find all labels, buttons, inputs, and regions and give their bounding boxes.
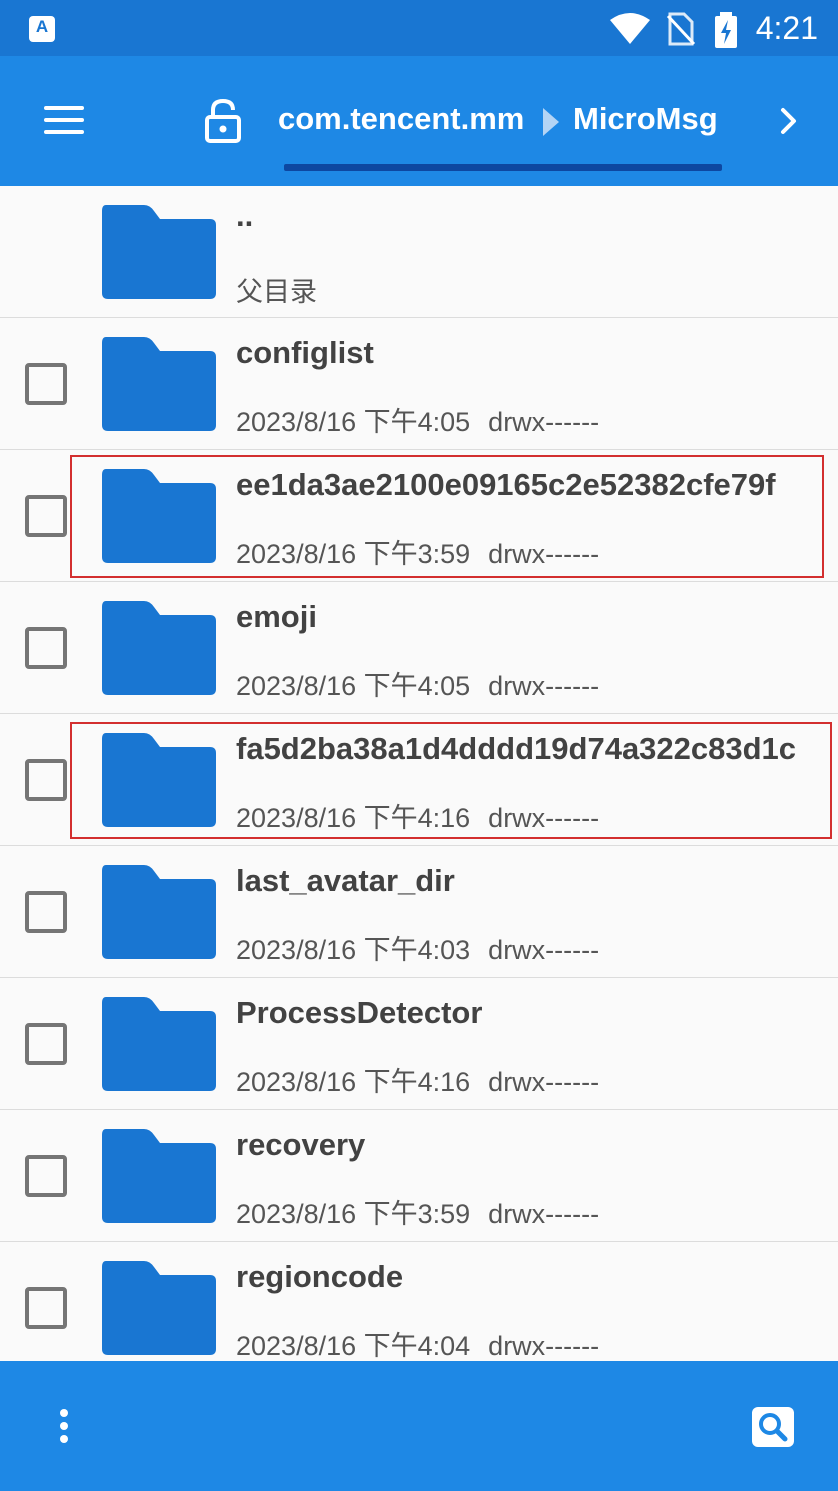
- app-bar: com.tencent.mm MicroMsg: [0, 56, 838, 186]
- bottom-bar: [0, 1361, 838, 1491]
- row-checkbox[interactable]: [25, 1155, 67, 1197]
- app-notification-icon: A: [29, 16, 55, 42]
- hamburger-menu-icon[interactable]: [44, 106, 86, 136]
- file-name: configlist: [236, 335, 374, 370]
- folder-icon: [102, 337, 216, 431]
- breadcrumb-separator-icon: [543, 108, 559, 136]
- row-checkbox[interactable]: [25, 627, 67, 669]
- folder-icon: [102, 601, 216, 695]
- parent-directory-row[interactable]: .. 父目录: [0, 186, 838, 318]
- wifi-icon: [610, 13, 650, 44]
- file-permissions: drwx------: [488, 1067, 600, 1097]
- file-date: 2023/8/16 下午4:04: [236, 1331, 471, 1361]
- file-permissions: drwx------: [488, 671, 600, 701]
- file-permissions: drwx------: [488, 1331, 600, 1361]
- file-row[interactable]: last_avatar_dir 2023/8/16 下午4:03 drwx-----…: [0, 846, 838, 978]
- file-permissions: drwx------: [488, 1199, 600, 1229]
- folder-icon: [102, 997, 216, 1091]
- breadcrumb-com-tencent-mm[interactable]: com.tencent.mm: [278, 101, 524, 137]
- file-row[interactable]: regioncode 2023/8/16 下午4:04 drwx------: [0, 1242, 838, 1374]
- file-meta: 2023/8/16 下午4:04 drwx------: [236, 1324, 599, 1363]
- file-meta: 2023/8/16 下午4:05 drwx------: [236, 400, 599, 439]
- file-date: 2023/8/16 下午4:05: [236, 407, 471, 437]
- file-name: emoji: [236, 599, 317, 634]
- file-row[interactable]: fa5d2ba38a1d4dddd19d74a322c83d1c 2023/8/1…: [0, 714, 838, 846]
- file-date: 2023/8/16 下午4:05: [236, 671, 471, 701]
- row-checkbox[interactable]: [25, 1287, 67, 1329]
- file-name: regioncode: [236, 1259, 404, 1294]
- file-row[interactable]: ee1da3ae2100e09165c2e52382cfe79f 2023/8/1…: [0, 450, 838, 582]
- search-icon[interactable]: [752, 1407, 794, 1447]
- folder-icon: [102, 205, 216, 299]
- breadcrumb-active-indicator: [284, 164, 722, 171]
- unlock-icon[interactable]: [204, 99, 242, 143]
- parent-directory-name: ..: [236, 198, 254, 233]
- file-name: last_avatar_dir: [236, 863, 455, 898]
- breadcrumb-micromsg[interactable]: MicroMsg: [573, 101, 718, 137]
- folder-icon: [102, 865, 216, 959]
- file-name: recovery: [236, 1127, 366, 1162]
- folder-icon: [102, 1261, 216, 1355]
- file-meta: 2023/8/16 下午4:16 drwx------: [236, 1060, 599, 1099]
- file-meta: 2023/8/16 下午3:59 drwx------: [236, 1192, 599, 1231]
- status-bar: A 4:21: [0, 0, 838, 56]
- file-meta: 2023/8/16 下午4:05 drwx------: [236, 664, 599, 703]
- file-row[interactable]: recovery 2023/8/16 下午3:59 drwx------: [0, 1110, 838, 1242]
- parent-directory-label: 父目录: [236, 277, 317, 307]
- file-date: 2023/8/16 下午4:03: [236, 935, 471, 965]
- more-vert-icon[interactable]: [58, 1409, 72, 1445]
- row-checkbox[interactable]: [25, 363, 67, 405]
- file-name: ProcessDetector: [236, 995, 483, 1030]
- file-row[interactable]: emoji 2023/8/16 下午4:05 drwx------: [0, 582, 838, 714]
- file-permissions: drwx------: [488, 935, 600, 965]
- file-list: .. 父目录 configlist 2023/8/16 下午4:05 drwx---…: [0, 186, 838, 1374]
- file-permissions: drwx------: [488, 407, 600, 437]
- battery-charging-icon: [715, 12, 737, 48]
- file-date: 2023/8/16 下午4:16: [236, 1067, 471, 1097]
- row-checkbox[interactable]: [25, 759, 67, 801]
- file-meta: 2023/8/16 下午4:03 drwx------: [236, 928, 599, 967]
- row-checkbox[interactable]: [25, 495, 67, 537]
- file-row[interactable]: configlist 2023/8/16 下午4:05 drwx------: [0, 318, 838, 450]
- highlight-box: [70, 721, 832, 839]
- row-checkbox[interactable]: [25, 891, 67, 933]
- chevron-right-icon[interactable]: [778, 106, 800, 136]
- file-row[interactable]: ProcessDetector 2023/8/16 下午4:16 drwx-----…: [0, 978, 838, 1110]
- row-checkbox[interactable]: [25, 1023, 67, 1065]
- folder-icon: [102, 1129, 216, 1223]
- no-sim-icon: [666, 12, 696, 46]
- highlight-box: [70, 454, 824, 578]
- clock: 4:21: [755, 10, 818, 46]
- file-date: 2023/8/16 下午3:59: [236, 1199, 471, 1229]
